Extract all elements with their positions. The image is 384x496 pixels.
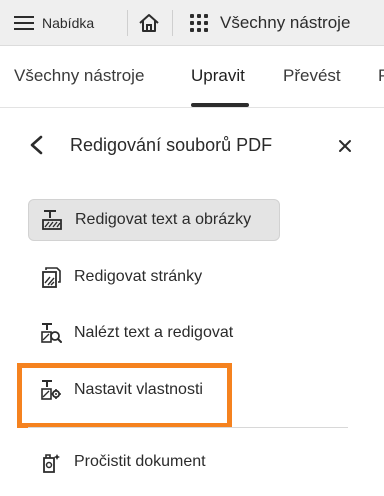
menu-label: Nabídka [42,15,95,31]
top-toolbar: Nabídka Všechny nástroje [0,0,384,46]
tool-sanitize-document[interactable]: Pročistit dokument [28,441,280,483]
redact-text-image-icon [41,209,63,231]
panel-header: Redigování souborů PDF [0,108,384,188]
item-label: Nalézt text a redigovat [74,324,234,341]
home-icon [139,14,159,32]
tab-all-tools[interactable]: Všechny nástroje [14,66,144,86]
find-redact-icon [40,322,62,344]
item-label: Redigovat text a obrázky [75,211,252,228]
back-chevron-icon[interactable] [28,135,46,155]
item-label: Redigovat stránky [74,268,203,285]
redact-pages-icon [40,266,62,288]
all-tools-button[interactable]: Všechny nástroje [190,11,350,35]
tool-redact-pages[interactable]: Redigovat stránky [28,256,280,298]
hamburger-icon [14,16,34,30]
active-tab-indicator [191,103,249,107]
tab-convert[interactable]: Převést [283,66,341,86]
tab-overflow[interactable]: P [378,66,384,86]
tab-bar: Všechny nástroje Upravit Převést P [0,46,384,108]
section-divider [28,427,348,428]
menu-button[interactable]: Nabídka [14,12,94,34]
item-label: Pročistit dokument [74,453,206,470]
tool-redact-text-images[interactable]: Redigovat text a obrázky [28,199,280,241]
sanitize-document-icon [40,451,62,473]
highlight-box [17,363,232,428]
grid-icon [190,14,208,32]
close-icon[interactable] [337,138,353,154]
home-button[interactable] [138,12,160,34]
panel-title: Redigování souborů PDF [70,135,273,155]
tool-find-text-redact[interactable]: Nalézt text a redigovat [28,312,280,354]
toolbar-divider [127,10,128,36]
toolbar-divider [172,10,173,36]
all-tools-label: Všechny nástroje [220,13,351,32]
tab-edit[interactable]: Upravit [191,66,245,86]
